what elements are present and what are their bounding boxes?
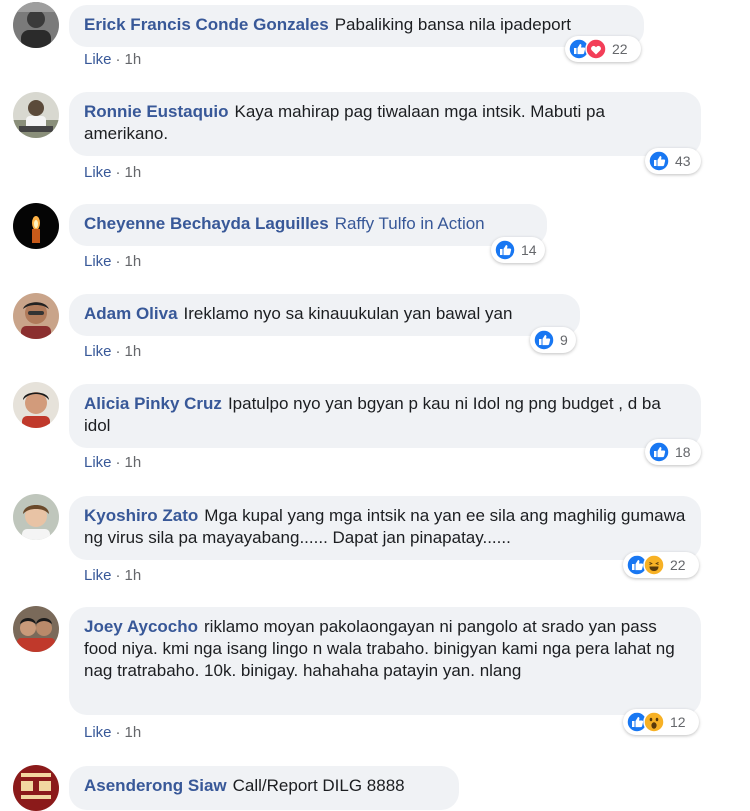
separator-dot: · [115, 164, 121, 181]
reaction-count: 18 [675, 444, 691, 460]
comment-actions: Like · 1h [84, 164, 141, 181]
avatar[interactable] [13, 2, 59, 48]
avatar[interactable] [13, 765, 59, 811]
reaction-count: 14 [521, 242, 537, 258]
separator-dot: · [115, 51, 121, 68]
comment-bubble: Cheyenne Bechayda Laguilles Raffy Tulfo i… [69, 204, 547, 246]
love-reaction-icon [585, 38, 607, 60]
like-reaction-icon [494, 239, 516, 261]
comment-bubble: Adam Oliva Ireklamo nyo sa kinauukulan ya… [69, 294, 580, 336]
reaction-summary[interactable]: 18 [645, 439, 701, 465]
comment-text[interactable]: Raffy Tulfo in Action [335, 214, 485, 233]
separator-dot: · [115, 724, 121, 741]
comment-bubble: Joey Aycocho riklamo moyan pakolaongayan … [69, 607, 701, 715]
comment-bubble: Kyoshiro Zato Mga kupal yang mga intsik n… [69, 496, 701, 560]
comment-author[interactable]: Adam Oliva [84, 304, 178, 323]
like-button[interactable]: Like [84, 253, 112, 270]
like-reaction-icon [533, 329, 555, 351]
reaction-count: 43 [675, 153, 691, 169]
like-button[interactable]: Like [84, 454, 112, 471]
avatar[interactable] [13, 293, 59, 339]
comment-bubble: Asenderong Siaw Call/Report DILG 8888 [69, 766, 459, 810]
separator-dot: · [115, 454, 121, 471]
reaction-count: 22 [670, 557, 686, 573]
comment-author[interactable]: Joey Aycocho [84, 617, 198, 636]
comment-timestamp[interactable]: 1h [125, 454, 142, 471]
reaction-summary[interactable]: 43 [645, 148, 701, 174]
wow-reaction-icon [643, 711, 665, 733]
avatar[interactable] [13, 606, 59, 652]
comment-author[interactable]: Cheyenne Bechayda Laguilles [84, 214, 329, 233]
comment-bubble: Alicia Pinky Cruz Ipatulpo nyo yan bgyan … [69, 384, 701, 448]
comment-timestamp[interactable]: 1h [125, 567, 142, 584]
like-button[interactable]: Like [84, 343, 112, 360]
reaction-summary[interactable]: 9 [530, 327, 576, 353]
like-button[interactable]: Like [84, 51, 112, 68]
avatar[interactable] [13, 92, 59, 138]
comment-bubble: Ronnie Eustaquio Kaya mahirap pag tiwalaa… [69, 92, 701, 156]
separator-dot: · [115, 253, 121, 270]
comment-bubble: Erick Francis Conde Gonzales Pabaliking b… [69, 5, 644, 47]
like-reaction-icon [648, 441, 670, 463]
comment-author[interactable]: Erick Francis Conde Gonzales [84, 15, 329, 34]
reaction-summary[interactable]: 12 [623, 709, 699, 735]
like-reaction-icon [648, 150, 670, 172]
like-button[interactable]: Like [84, 724, 112, 741]
avatar[interactable] [13, 382, 59, 428]
comment-timestamp[interactable]: 1h [125, 51, 142, 68]
comment-actions: Like · 1h [84, 454, 141, 471]
reaction-count: 22 [612, 41, 628, 57]
comment-actions: Like · 1h [84, 253, 141, 270]
comment-author[interactable]: Asenderong Siaw [84, 776, 227, 795]
separator-dot: · [115, 343, 121, 360]
haha-reaction-icon [643, 554, 665, 576]
reaction-summary[interactable]: 22 [623, 552, 699, 578]
comment-text: Pabaliking bansa nila ipadeport [334, 15, 571, 34]
comment-author[interactable]: Kyoshiro Zato [84, 506, 198, 525]
separator-dot: · [115, 567, 121, 584]
comment-text: Call/Report DILG 8888 [232, 776, 405, 795]
comment-timestamp[interactable]: 1h [125, 343, 142, 360]
reaction-summary[interactable]: 14 [491, 237, 545, 263]
comment-actions: Like · 1h [84, 343, 141, 360]
comment-timestamp[interactable]: 1h [125, 164, 142, 181]
reaction-count: 12 [670, 714, 686, 730]
comment-text: Ireklamo nyo sa kinauukulan yan bawal ya… [183, 304, 513, 323]
comment-author[interactable]: Alicia Pinky Cruz [84, 394, 222, 413]
reaction-summary[interactable]: 22 [565, 36, 641, 62]
reaction-count: 9 [560, 332, 568, 348]
comment-author[interactable]: Ronnie Eustaquio [84, 102, 229, 121]
comment-actions: Like · 1h [84, 724, 141, 741]
comment-actions: Like · 1h [84, 567, 141, 584]
avatar[interactable] [13, 203, 59, 249]
like-button[interactable]: Like [84, 164, 112, 181]
avatar[interactable] [13, 494, 59, 540]
like-button[interactable]: Like [84, 567, 112, 584]
comment-timestamp[interactable]: 1h [125, 724, 142, 741]
comment-actions: Like · 1h [84, 51, 141, 68]
comment-timestamp[interactable]: 1h [125, 253, 142, 270]
